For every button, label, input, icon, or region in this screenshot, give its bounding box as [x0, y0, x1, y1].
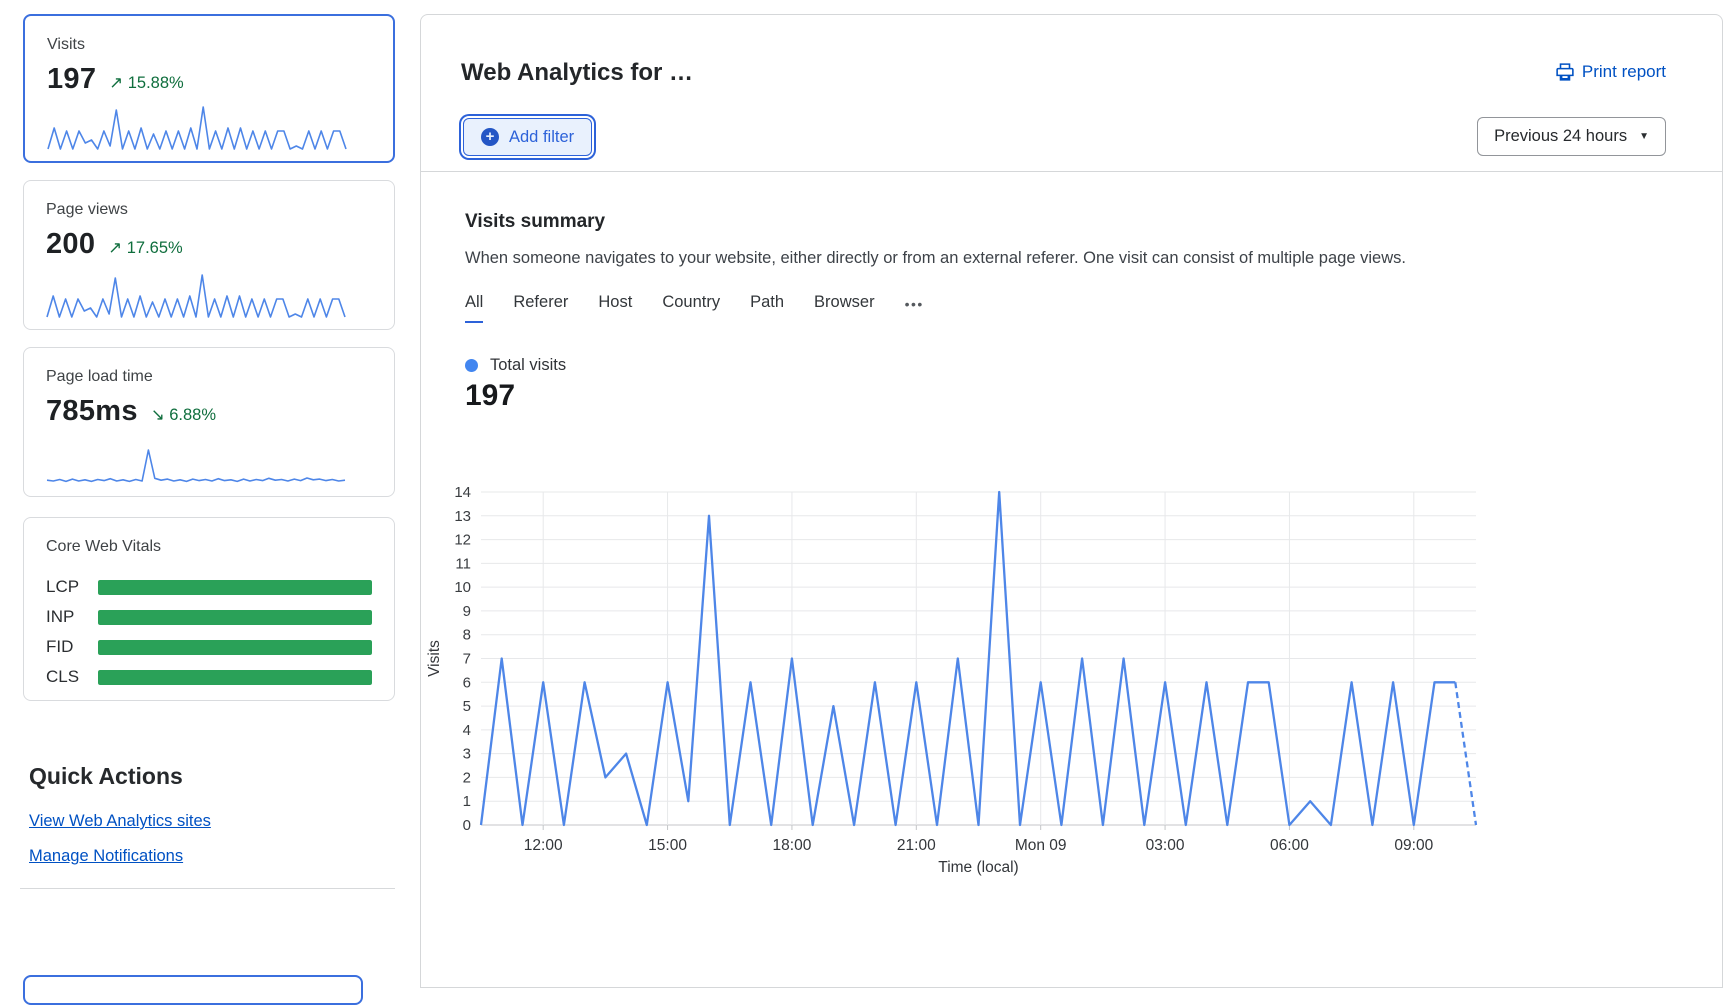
- svg-text:Time (local): Time (local): [938, 859, 1018, 876]
- svg-text:06:00: 06:00: [1270, 837, 1309, 854]
- tab-country[interactable]: Country: [662, 293, 720, 323]
- svg-text:9: 9: [463, 603, 471, 620]
- page-views-card[interactable]: Page views 200 ↗ 17.65%: [23, 180, 395, 330]
- time-range-label: Previous 24 hours: [1494, 127, 1627, 146]
- svg-text:03:00: 03:00: [1146, 837, 1185, 854]
- page-load-time-card[interactable]: Page load time 785ms ↘ 6.88%: [23, 347, 395, 497]
- cwv-bar-good: [98, 640, 372, 655]
- cwv-label: FID: [46, 637, 98, 657]
- svg-text:12: 12: [454, 532, 471, 549]
- legend-label: Total visits: [490, 356, 566, 375]
- more-tabs-icon[interactable]: •••: [905, 293, 924, 323]
- cwv-row-fid: FID: [46, 632, 372, 662]
- visits-summary-description: When someone navigates to your website, …: [465, 249, 1406, 268]
- web-analytics-panel: Web Analytics for … Print report + Add f…: [420, 14, 1723, 988]
- total-visits-value: 197: [465, 379, 515, 413]
- tab-browser[interactable]: Browser: [814, 293, 875, 323]
- svg-text:15:00: 15:00: [648, 837, 687, 854]
- page-views-card-title: Page views: [46, 201, 372, 219]
- cwv-label: LCP: [46, 577, 98, 597]
- add-filter-label: Add filter: [509, 128, 574, 147]
- svg-text:12:00: 12:00: [524, 837, 563, 854]
- quick-actions-heading: Quick Actions: [29, 763, 183, 790]
- page-load-sparkline: [46, 446, 346, 486]
- visits-chart: 0123456789101112131412:0015:0018:0021:00…: [421, 470, 1551, 890]
- visits-card[interactable]: Visits 197 ↗ 15.88%: [23, 14, 395, 163]
- tab-all[interactable]: All: [465, 293, 483, 323]
- tab-path[interactable]: Path: [750, 293, 784, 323]
- printer-icon: [1556, 63, 1574, 81]
- visits-card-title: Visits: [47, 36, 371, 54]
- cwv-bar-good: [98, 580, 372, 595]
- svg-text:4: 4: [463, 722, 471, 739]
- core-web-vitals-rows: LCP INP FID CLS: [46, 572, 372, 692]
- manage-notifications-link[interactable]: Manage Notifications: [29, 847, 183, 866]
- print-report-button[interactable]: Print report: [1556, 62, 1666, 82]
- view-web-analytics-sites-link[interactable]: View Web Analytics sites: [29, 812, 211, 831]
- visits-summary-title: Visits summary: [465, 211, 605, 233]
- svg-text:8: 8: [463, 627, 471, 644]
- trend-down-icon: ↘: [151, 406, 165, 424]
- svg-text:0: 0: [463, 817, 471, 834]
- visits-card-trend: ↗ 15.88%: [109, 73, 183, 93]
- cwv-bar-good: [98, 610, 372, 625]
- page-title: Web Analytics for …: [461, 59, 693, 87]
- svg-text:3: 3: [463, 746, 471, 763]
- dimension-tabs: All Referer Host Country Path Browser •••: [465, 293, 924, 323]
- visits-sparkline: [47, 103, 347, 151]
- caret-down-icon: ▼: [1639, 131, 1649, 142]
- svg-text:10: 10: [454, 579, 471, 596]
- print-report-label: Print report: [1582, 62, 1666, 82]
- cwv-row-inp: INP: [46, 602, 372, 632]
- svg-text:14: 14: [454, 484, 471, 501]
- svg-text:2: 2: [463, 769, 471, 786]
- cwv-bar-track: [98, 580, 372, 595]
- trend-up-icon: ↗: [109, 74, 123, 92]
- tab-referer[interactable]: Referer: [513, 293, 568, 323]
- add-filter-button[interactable]: + Add filter: [463, 118, 592, 156]
- tab-host[interactable]: Host: [598, 293, 632, 323]
- cwv-bar-track: [98, 670, 372, 685]
- svg-text:1: 1: [463, 793, 471, 810]
- page-load-time-card-value: 785ms: [46, 395, 138, 428]
- page-views-card-trend: ↗ 17.65%: [108, 238, 182, 258]
- svg-text:18:00: 18:00: [773, 837, 812, 854]
- core-web-vitals-card[interactable]: Core Web Vitals LCP INP FID CLS: [23, 517, 395, 701]
- legend-dot: [465, 359, 478, 372]
- page-views-sparkline: [46, 271, 346, 319]
- svg-text:09:00: 09:00: [1394, 837, 1433, 854]
- header-divider: [421, 171, 1722, 172]
- svg-text:Mon 09: Mon 09: [1015, 837, 1067, 854]
- cwv-bar-good: [98, 670, 372, 685]
- svg-text:6: 6: [463, 674, 471, 691]
- cwv-label: INP: [46, 607, 98, 627]
- core-web-vitals-title: Core Web Vitals: [46, 538, 372, 556]
- svg-text:11: 11: [455, 555, 471, 572]
- cwv-row-cls: CLS: [46, 662, 372, 692]
- page-load-time-card-trend: ↘ 6.88%: [151, 405, 216, 425]
- cwv-bar-track: [98, 640, 372, 655]
- svg-text:5: 5: [463, 698, 471, 715]
- page-load-time-card-title: Page load time: [46, 368, 372, 386]
- cwv-label: CLS: [46, 667, 98, 687]
- svg-text:7: 7: [463, 651, 471, 668]
- time-range-dropdown[interactable]: Previous 24 hours ▼: [1477, 117, 1666, 156]
- sidebar-cutoff-card[interactable]: [23, 975, 363, 1005]
- sidebar-divider: [20, 888, 395, 889]
- visits-card-value: 197: [47, 63, 96, 96]
- cwv-row-lcp: LCP: [46, 572, 372, 602]
- chart-legend: Total visits: [465, 356, 566, 375]
- cwv-bar-track: [98, 610, 372, 625]
- page-views-card-value: 200: [46, 228, 95, 261]
- svg-text:Visits: Visits: [426, 640, 443, 677]
- plus-icon: +: [481, 128, 499, 146]
- svg-text:21:00: 21:00: [897, 837, 936, 854]
- svg-text:13: 13: [454, 508, 471, 525]
- trend-up-icon: ↗: [108, 239, 122, 257]
